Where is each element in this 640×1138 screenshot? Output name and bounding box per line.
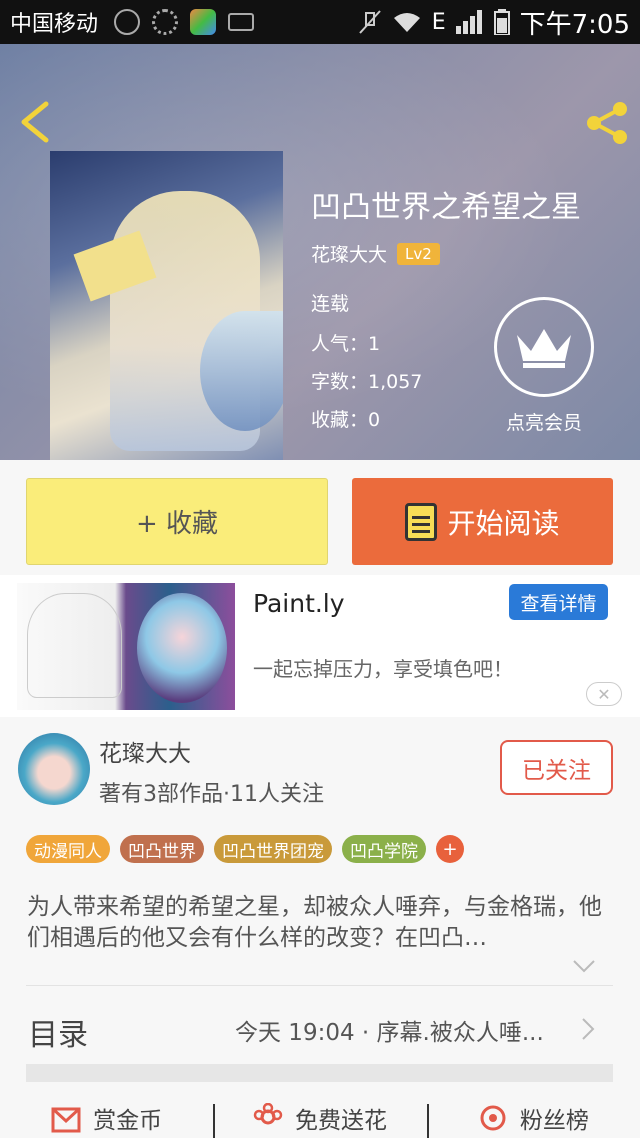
loading-icon [152, 9, 179, 35]
ad-banner[interactable]: Paint.ly 查看详情 一起忘掉压力，享受填色吧！ ✕ [0, 575, 640, 717]
author-row[interactable]: 花璨大大 Lv2 [311, 240, 440, 267]
reward-coins-button[interactable]: 赏金币 [0, 1098, 213, 1138]
flowers-label: 免费送花 [294, 1108, 387, 1134]
tag-item[interactable]: 动漫同人 [26, 835, 110, 863]
medal-icon [480, 1105, 506, 1131]
book-title: 凹凸世界之希望之星 [311, 190, 581, 225]
wifi-icon [393, 13, 420, 32]
back-arrow-icon[interactable] [16, 100, 56, 144]
battery-icon [493, 9, 510, 35]
ad-character [137, 593, 227, 703]
synopsis: 为人带来希望的希望之星，却被众人唾弃，与金格瑞，他们相遇后的他又会有什么样的改变… [27, 894, 602, 951]
toc-latest-chapter: 今天 19:04 · 序幕.被众人唾... [235, 1020, 544, 1046]
level-badge: Lv2 [397, 242, 440, 265]
ad-detail-button[interactable]: 查看详情 [509, 584, 608, 620]
follow-button[interactable]: 已关注 [500, 740, 613, 795]
avatar[interactable] [18, 733, 90, 805]
word-count: 字数：1,057 [311, 371, 423, 393]
book-icon [405, 502, 438, 541]
tag-list: 动漫同人 凹凸世界 凹凸世界团宠 凹凸学院 + [26, 835, 464, 863]
fans-label: 粉丝榜 [519, 1108, 589, 1134]
ad-description: 一起忘掉压力，享受填色吧！ [253, 657, 513, 681]
ad-app-name: Paint.ly [253, 589, 345, 618]
start-reading-label: 开始阅读 [447, 506, 560, 540]
clock: 下午7:05 [519, 9, 630, 40]
close-icon[interactable]: ✕ [586, 682, 622, 706]
book-cover[interactable] [50, 151, 283, 460]
author-card[interactable]: 花璨大大 著有3部作品·11人关注 已关注 [0, 717, 640, 827]
author-card-stats: 著有3部作品·11人关注 [99, 782, 324, 807]
start-reading-button[interactable]: 开始阅读 [352, 478, 613, 565]
favorites-count: 收藏：0 [311, 409, 381, 431]
section-separator [26, 1064, 613, 1082]
share-icon[interactable] [582, 98, 632, 148]
bottom-action-bar: 赏金币 免费送花 粉丝榜 [0, 1098, 640, 1138]
reward-label: 赏金币 [93, 1108, 163, 1134]
popularity: 人气：1 [311, 333, 381, 355]
fans-ranking-button[interactable]: 粉丝榜 [426, 1098, 640, 1138]
vip-button[interactable] [494, 297, 594, 397]
serial-status: 连载 [311, 293, 350, 315]
ad-sketch [27, 593, 122, 698]
table-of-contents-row[interactable]: 目录 今天 19:04 · 序幕.被众人唾... [0, 986, 640, 1066]
collect-button[interactable]: + 收藏 [26, 478, 328, 565]
chevron-right-icon [582, 1018, 595, 1040]
send-flowers-button[interactable]: 免费送花 [213, 1098, 426, 1138]
tag-item[interactable]: 凹凸世界 [120, 835, 204, 863]
author-card-name: 花璨大大 [99, 741, 191, 767]
vip-label: 点亮会员 [505, 412, 582, 434]
ad-image[interactable] [17, 583, 235, 710]
carrier-name: 中国移动 [10, 12, 99, 37]
crown-icon [517, 329, 571, 368]
envelope-icon [51, 1107, 81, 1133]
author-name: 花璨大大 [311, 244, 388, 266]
keyboard-icon [228, 13, 255, 31]
mute-icon [358, 10, 381, 34]
tag-item[interactable]: 凹凸世界团宠 [214, 835, 332, 863]
toc-label: 目录 [28, 1018, 88, 1053]
status-bar: 中国移动 E 下午7:05 [0, 0, 640, 44]
tag-item[interactable]: 凹凸学院 [342, 835, 426, 863]
add-tag-button[interactable]: + [436, 835, 464, 863]
signal-icon [455, 10, 482, 34]
plus-circle-icon [114, 9, 141, 35]
app-store-icon [190, 9, 217, 35]
flower-icon [253, 1103, 283, 1125]
network-type: E [431, 9, 446, 35]
cover-wing [200, 311, 283, 431]
chevron-down-icon[interactable] [572, 958, 596, 974]
